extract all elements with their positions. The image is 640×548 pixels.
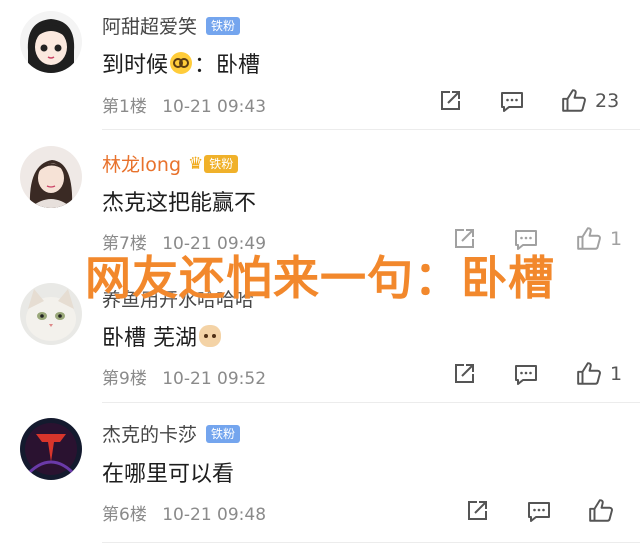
- thumbs-up-icon: [577, 362, 601, 385]
- avatar[interactable]: [20, 146, 82, 208]
- crown-icon: ♛: [188, 153, 204, 174]
- floor-number: 第9楼: [102, 369, 147, 389]
- nerd-face-emoji-icon: [170, 52, 193, 74]
- like-count: 1: [610, 363, 623, 385]
- comment-text: 在哪里可以看: [102, 462, 235, 487]
- timestamp: 10-21 09:43: [162, 97, 267, 117]
- floor-number: 第1楼: [102, 97, 147, 117]
- reply-button[interactable]: [527, 500, 551, 524]
- avatar[interactable]: [20, 418, 82, 480]
- comment-icon: [528, 502, 550, 522]
- thumbs-up-icon: [589, 499, 613, 522]
- timestamp: 10-21 09:52: [162, 369, 267, 389]
- username[interactable]: 杰克的卡莎 铁粉: [102, 420, 241, 447]
- share-icon: [441, 91, 460, 110]
- floor-number: 第6楼: [102, 505, 147, 525]
- divider: [102, 542, 640, 543]
- share-icon: [455, 364, 474, 383]
- cat-face-emoji-icon: [199, 325, 221, 347]
- share-button[interactable]: [438, 89, 462, 113]
- comment-text: 杰克这把能赢不: [102, 191, 257, 216]
- fan-badge: 铁粉: [204, 154, 239, 173]
- username[interactable]: 阿甜超爱笑 铁粉: [102, 12, 241, 39]
- fan-badge: 铁粉: [206, 16, 241, 35]
- avatar[interactable]: [20, 11, 82, 73]
- like-button[interactable]: [588, 498, 622, 524]
- like-button[interactable]: 1: [576, 361, 622, 387]
- fan-badge: 铁粉: [206, 424, 241, 443]
- share-button[interactable]: [452, 362, 476, 386]
- comment-icon: [501, 92, 523, 112]
- comment-item: 阿甜超爱笑 铁粉 到时候 ：卧槽 第1楼 10-21 09:43 23: [0, 0, 640, 130]
- timestamp: 10-21 09:48: [162, 505, 267, 525]
- comment-text-before: 到时候: [102, 53, 169, 78]
- comment-meta: 第6楼 10-21 09:48: [102, 500, 266, 525]
- reply-button[interactable]: [514, 363, 538, 387]
- overlay-caption: 网友还怕来一句：卧槽: [85, 251, 555, 305]
- username[interactable]: 林龙long ♛ 铁粉: [102, 150, 239, 177]
- username-label[interactable]: 林龙long: [102, 150, 181, 177]
- share-button[interactable]: [465, 499, 489, 523]
- reply-button[interactable]: [500, 90, 524, 114]
- like-button[interactable]: 23: [561, 88, 619, 114]
- comment-text-after: ：卧槽: [194, 53, 261, 78]
- comment-meta: 第9楼 10-21 09:52: [102, 364, 266, 389]
- share-icon: [468, 501, 487, 520]
- thumbs-up-icon: [562, 89, 586, 112]
- comment-text-before: 卧槽 芜湖: [102, 326, 197, 351]
- comment-meta: 第1楼 10-21 09:43: [102, 92, 266, 117]
- comment-item: 杰克的卡莎 铁粉 在哪里可以看 第6楼 10-21 09:48: [0, 403, 640, 548]
- comment-text: 到时候 ：卧槽: [102, 47, 260, 79]
- username-label[interactable]: 杰克的卡莎: [102, 420, 197, 447]
- comment-text: 卧槽 芜湖: [102, 320, 223, 352]
- comment-icon: [515, 365, 537, 385]
- username-label[interactable]: 阿甜超爱笑: [102, 12, 197, 39]
- like-count: 23: [595, 90, 620, 112]
